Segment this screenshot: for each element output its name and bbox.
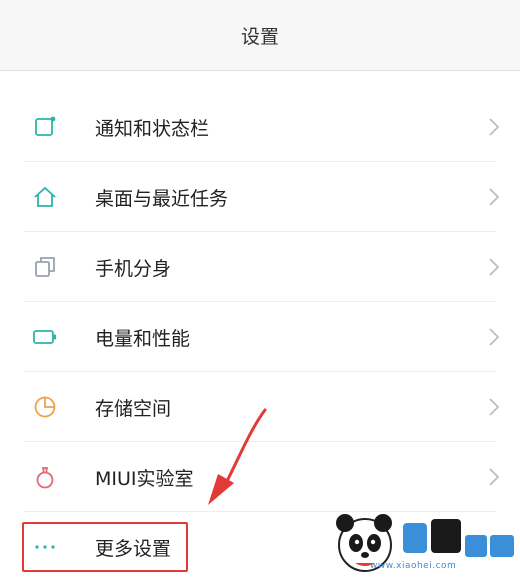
settings-item-storage[interactable]: 存储空间 bbox=[0, 372, 520, 442]
chevron-right-icon bbox=[489, 118, 500, 136]
chevron-right-icon bbox=[489, 188, 500, 206]
chevron-right-icon bbox=[489, 328, 500, 346]
home-icon bbox=[34, 186, 56, 207]
settings-item-dual-apps[interactable]: 手机分身 bbox=[0, 232, 520, 302]
battery-icon bbox=[33, 330, 56, 344]
notification-square-icon bbox=[35, 116, 56, 136]
settings-item-label: 电量和性能 bbox=[95, 327, 191, 350]
settings-item-desktop[interactable]: 桌面与最近任务 bbox=[0, 162, 520, 232]
settings-item-battery[interactable]: 电量和性能 bbox=[0, 302, 520, 372]
chevron-right-icon bbox=[489, 258, 500, 276]
copy-icon bbox=[35, 257, 55, 277]
settings-item-notifications[interactable]: 通知和状态栏 bbox=[0, 92, 520, 162]
pie-chart-icon bbox=[34, 396, 56, 418]
settings-item-label: 存储空间 bbox=[95, 397, 172, 420]
highlight-box bbox=[22, 522, 188, 572]
settings-item-miui-lab[interactable]: MIUI实验室 bbox=[0, 442, 520, 512]
flask-icon bbox=[36, 467, 54, 489]
settings-item-label: 手机分身 bbox=[95, 257, 172, 280]
page-title: 设置 bbox=[240, 25, 279, 48]
title-bar: 设置 bbox=[0, 0, 520, 71]
chevron-right-icon bbox=[489, 398, 500, 416]
watermark-url: www.xiaohei.com bbox=[370, 561, 457, 571]
settings-item-label: 桌面与最近任务 bbox=[95, 187, 229, 210]
chevron-right-icon bbox=[489, 468, 500, 486]
settings-item-label: MIUI实验室 bbox=[95, 467, 194, 490]
settings-item-label: 通知和状态栏 bbox=[95, 117, 210, 140]
